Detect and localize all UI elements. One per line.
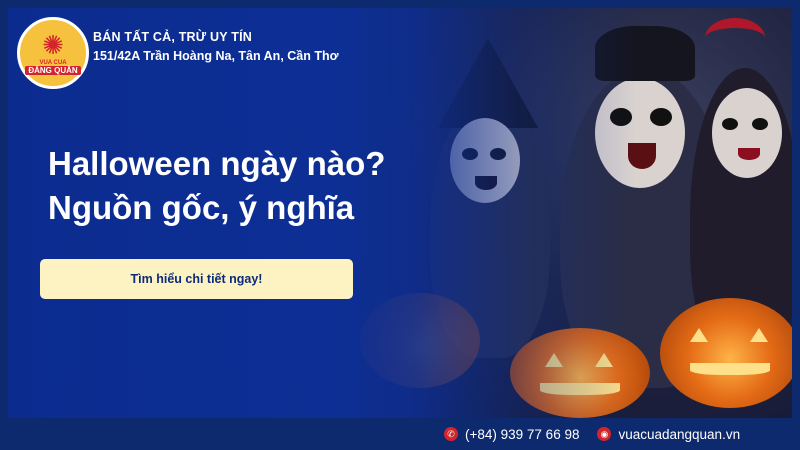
learn-more-button[interactable]: Tìm hiểu chi tiết ngay!	[40, 259, 353, 299]
horns-shape	[705, 18, 765, 58]
woman-face	[712, 88, 782, 178]
website-url: vuacuadangquan.vn	[618, 426, 741, 442]
crab-icon: ✺	[42, 29, 64, 60]
pumpkin-center	[510, 328, 650, 418]
phone-number: (+84) 939 77 66 98	[465, 426, 580, 442]
man-face	[595, 78, 685, 188]
contact-bar: ✆ (+84) 939 77 66 98 ◉ vuacuadangquan.vn	[434, 418, 800, 450]
title-line2: Nguồn gốc, ý nghĩa	[48, 189, 355, 226]
pirate-hat-shape	[595, 26, 695, 81]
website-contact[interactable]: ◉ vuacuadangquan.vn	[597, 427, 740, 442]
title-line1: Halloween ngày nào?	[48, 145, 386, 182]
witch-hat-shape	[438, 38, 538, 128]
page-title: Halloween ngày nào? Nguồn gốc, ý nghĩa	[48, 142, 428, 230]
logo-line2: ĐĂNG QUÂN	[25, 65, 81, 75]
child-face	[450, 118, 520, 203]
logo-line1: VUA CUA	[39, 59, 67, 66]
phone-icon: ✆	[444, 427, 458, 441]
pumpkin-left	[360, 293, 480, 388]
brand-tagline: BÁN TẤT CẢ, TRỪ UY TÍN	[93, 30, 252, 44]
globe-icon: ◉	[597, 427, 612, 441]
brand-logo[interactable]: ✺ VUA CUA ĐĂNG QUÂN	[17, 17, 89, 89]
phone-contact[interactable]: ✆ (+84) 939 77 66 98	[444, 427, 579, 442]
pumpkin-right	[660, 298, 792, 408]
store-address: 151/42A Trần Hoàng Na, Tân An, Cần Thơ	[93, 49, 339, 63]
